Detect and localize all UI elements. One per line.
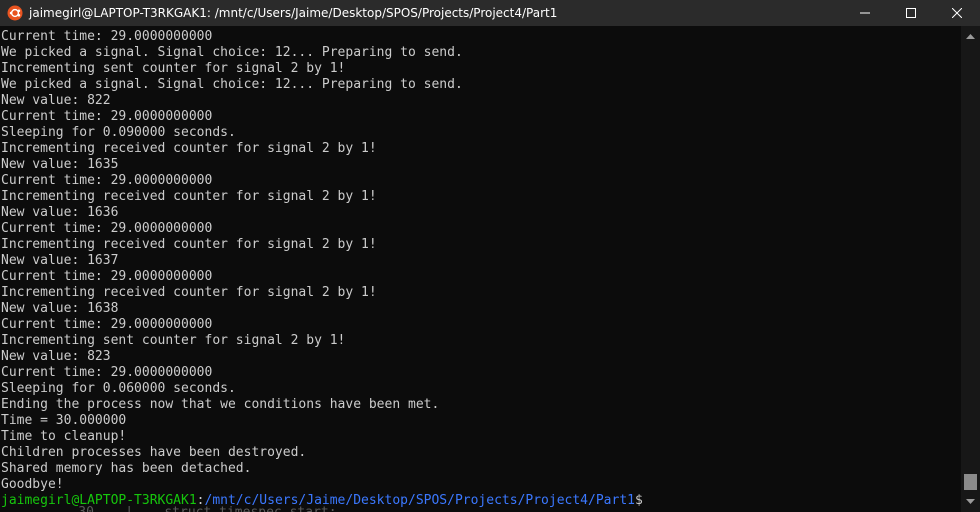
- output-line: New value: 1637: [1, 253, 119, 268]
- output-line: Current time: 29.0000000000: [1, 317, 213, 332]
- output-line: Time to cleanup!: [1, 429, 127, 444]
- title-bar[interactable]: jaimegirl@LAPTOP-T3RKGAK1: /mnt/c/Users/…: [0, 0, 980, 26]
- scroll-down-button[interactable]: [961, 493, 980, 510]
- output-line: We picked a signal. Signal choice: 12...…: [1, 77, 463, 92]
- output-line: New value: 1638: [1, 301, 119, 316]
- window-title: jaimegirl@LAPTOP-T3RKGAK1: /mnt/c/Users/…: [29, 6, 558, 20]
- output-line: Incrementing received counter for signal…: [1, 237, 377, 252]
- output-line: Current time: 29.0000000000: [1, 269, 213, 284]
- close-icon: [952, 8, 962, 18]
- output-line: Current time: 29.0000000000: [1, 109, 213, 124]
- close-button[interactable]: [934, 0, 980, 26]
- output-line: Sleeping for 0.090000 seconds.: [1, 125, 236, 140]
- scrollbar[interactable]: [961, 26, 980, 512]
- output-line: Current time: 29.0000000000: [1, 29, 213, 44]
- output-line: Incrementing sent counter for signal 2 b…: [1, 333, 346, 348]
- output-line: New value: 1636: [1, 205, 119, 220]
- output-line: New value: 823: [1, 349, 111, 364]
- output-line: Goodbye!: [1, 477, 64, 492]
- output-line: Incrementing received counter for signal…: [1, 141, 377, 156]
- output-line: Sleeping for 0.060000 seconds.: [1, 381, 236, 396]
- output-line: Incrementing received counter for signal…: [1, 285, 377, 300]
- output-line: Ending the process now that we condition…: [1, 397, 440, 412]
- output-line: Incrementing received counter for signal…: [1, 189, 377, 204]
- output-line: New value: 822: [1, 93, 111, 108]
- scrollbar-thumb[interactable]: [964, 474, 977, 490]
- scroll-up-button[interactable]: [961, 28, 980, 45]
- output-line: Current time: 29.0000000000: [1, 173, 213, 188]
- output-line: Time = 30.000000: [1, 413, 127, 428]
- below-fold-text: 30 | struct timespec start;: [0, 505, 961, 512]
- chevron-down-icon: [966, 499, 975, 504]
- maximize-icon: [906, 8, 916, 18]
- terminal-window: jaimegirl@LAPTOP-T3RKGAK1: /mnt/c/Users/…: [0, 0, 980, 512]
- output-line: Shared memory has been detached.: [1, 461, 252, 476]
- maximize-button[interactable]: [888, 0, 934, 26]
- minimize-icon: [860, 12, 870, 14]
- terminal-output[interactable]: Current time: 29.0000000000 We picked a …: [0, 29, 961, 512]
- output-line: Incrementing sent counter for signal 2 b…: [1, 61, 346, 76]
- output-line: New value: 1635: [1, 157, 119, 172]
- output-line: Children processes have been destroyed.: [1, 445, 307, 460]
- ubuntu-icon[interactable]: [7, 5, 23, 21]
- window-controls: [842, 0, 980, 26]
- output-line: Current time: 29.0000000000: [1, 221, 213, 236]
- chevron-up-icon: [966, 34, 975, 39]
- minimize-button[interactable]: [842, 0, 888, 26]
- output-line: Current time: 29.0000000000: [1, 365, 213, 380]
- output-line: We picked a signal. Signal choice: 12...…: [1, 45, 463, 60]
